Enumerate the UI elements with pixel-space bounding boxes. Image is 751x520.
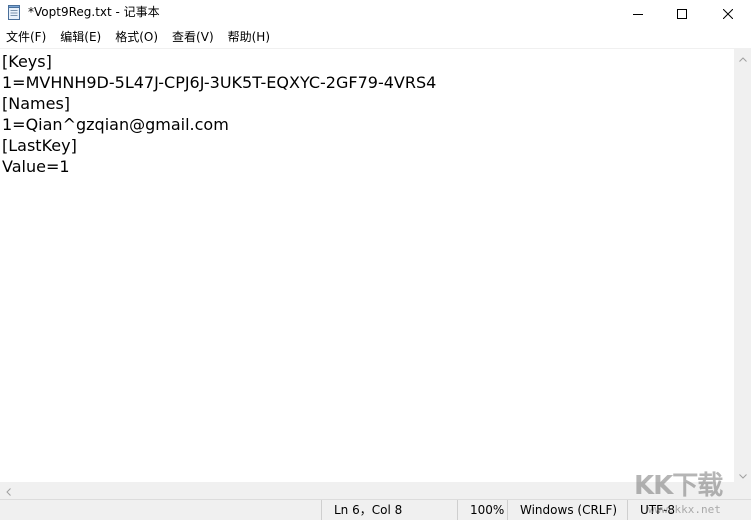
scroll-down-button[interactable] [734, 465, 751, 482]
close-icon [722, 4, 734, 23]
cursor-position: Ln 6，Col 8 [321, 500, 460, 520]
scroll-left-button[interactable] [0, 482, 17, 499]
editor-content[interactable]: [Keys] 1=MVHNH9D-5L47J-CPJ6J-3UK5T-EQXYC… [2, 51, 436, 177]
menu-help[interactable]: 帮助(H) [222, 28, 276, 46]
editor-line[interactable]: 1=Qian^gzqian@gmail.com [2, 114, 436, 135]
menu-view[interactable]: 查看(V) [166, 28, 220, 46]
editor-line[interactable]: [LastKey] [2, 135, 436, 156]
horizontal-scrollbar[interactable] [0, 482, 734, 499]
maximize-icon [677, 4, 687, 23]
notepad-icon [8, 5, 21, 20]
minimize-button[interactable] [615, 0, 661, 26]
notepad-window: *Vopt9Reg.txt - 记事本 文件(F) 编辑(E) 格式(O) 查看… [0, 0, 751, 520]
editor-line[interactable]: 1=MVHNH9D-5L47J-CPJ6J-3UK5T-EQXYC-2GF79-… [2, 72, 436, 93]
close-button[interactable] [705, 0, 751, 26]
menu-format[interactable]: 格式(O) [109, 28, 164, 46]
vertical-scrollbar[interactable] [734, 48, 751, 482]
scroll-up-button[interactable] [734, 48, 751, 65]
editor-line[interactable]: [Keys] [2, 51, 436, 72]
menu-bar: 文件(F) 编辑(E) 格式(O) 查看(V) 帮助(H) [0, 27, 751, 47]
menu-edit[interactable]: 编辑(E) [54, 28, 107, 46]
menu-file[interactable]: 文件(F) [0, 28, 52, 46]
line-ending: Windows (CRLF) [507, 500, 632, 520]
minimize-icon [633, 4, 643, 23]
editor-line[interactable]: [Names] [2, 93, 436, 114]
status-bar: Ln 6，Col 8 100% Windows (CRLF) UTF-8 [0, 499, 751, 520]
chevron-down-icon [738, 464, 747, 483]
window-title: *Vopt9Reg.txt - 记事本 [28, 5, 160, 19]
title-bar[interactable]: *Vopt9Reg.txt - 记事本 [0, 0, 751, 26]
encoding: UTF-8 [627, 500, 750, 520]
text-editor[interactable]: [Keys] 1=MVHNH9D-5L47J-CPJ6J-3UK5T-EQXYC… [0, 48, 734, 483]
chevron-left-icon [6, 481, 11, 500]
editor-line[interactable]: Value=1 [2, 156, 436, 177]
maximize-button[interactable] [659, 0, 705, 26]
chevron-up-icon [738, 47, 747, 66]
scrollbar-corner [734, 482, 751, 499]
